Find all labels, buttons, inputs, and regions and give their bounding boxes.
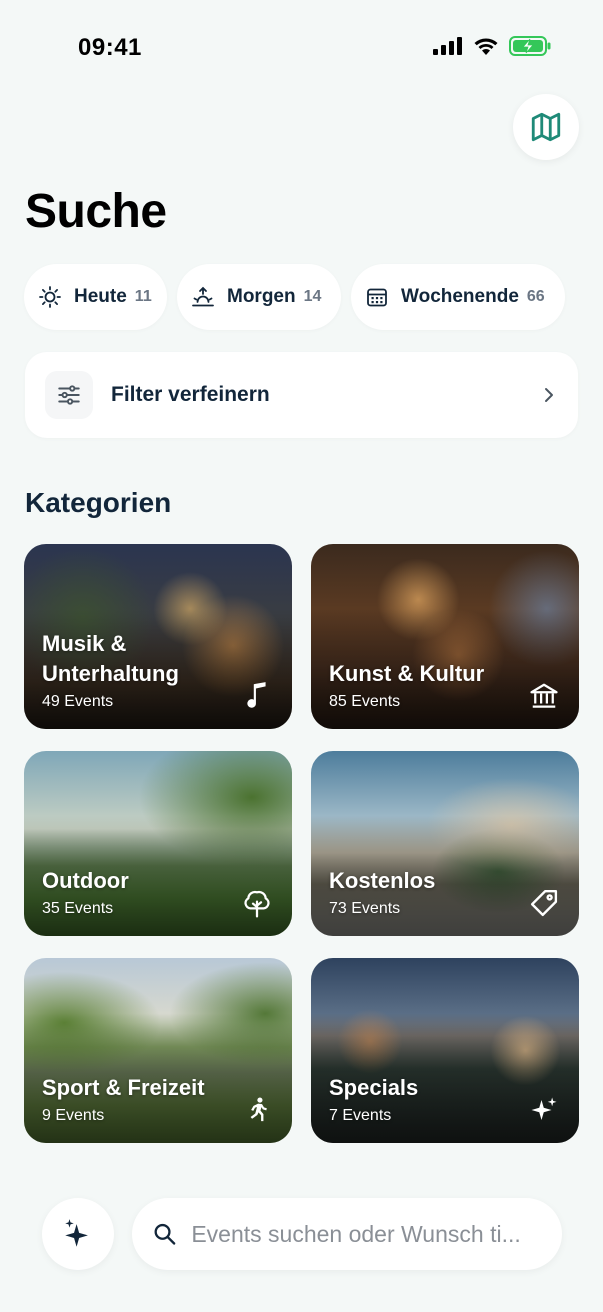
category-count: 73 Events: [329, 900, 401, 917]
battery-charging-icon: [509, 36, 551, 56]
bottom-bar: [0, 1196, 603, 1272]
tag-icon: [527, 886, 561, 920]
category-grid: Musik & Unterhaltung 49 Events Kunst & K…: [24, 544, 579, 1143]
sun-icon: [38, 285, 62, 309]
category-title: Musik & Unterhaltung: [42, 631, 179, 686]
chip-label: Heute: [74, 286, 127, 307]
category-count: 85 Events: [329, 693, 401, 710]
chevron-right-icon: [545, 388, 553, 402]
music-note-icon: [240, 679, 274, 713]
category-count: 7 Events: [329, 1107, 392, 1124]
chip-wochenende[interactable]: Wochenende 66: [351, 264, 565, 330]
filter-refine-button[interactable]: Filter verfeinern: [25, 352, 578, 438]
category-title: Kostenlos: [329, 868, 436, 893]
category-title: Sport & Freizeit: [42, 1075, 205, 1100]
category-title: Specials: [329, 1075, 419, 1100]
search-input[interactable]: [191, 1220, 542, 1248]
map-button[interactable]: [513, 94, 579, 160]
chip-morgen[interactable]: Morgen 14: [177, 264, 341, 330]
category-count: 35 Events: [42, 900, 114, 917]
category-card-kostenlos[interactable]: Kostenlos 73 Events: [311, 751, 579, 936]
calendar-icon: [365, 285, 389, 309]
status-bar: 09:41: [0, 0, 603, 90]
chip-count: 66: [526, 288, 545, 305]
chip-label: Morgen: [227, 286, 296, 307]
sparkles-icon: [65, 1219, 88, 1247]
status-time: 09:41: [78, 34, 142, 61]
cellular-signal-icon: [433, 37, 462, 55]
section-title-categories: Kategorien: [25, 487, 172, 518]
map-icon: [531, 112, 561, 142]
chip-heute[interactable]: Heute 11: [24, 264, 167, 330]
wifi-icon: [474, 38, 498, 55]
chip-label: Wochenende: [401, 286, 519, 307]
category-count: 49 Events: [42, 693, 114, 710]
category-card-sport[interactable]: Sport & Freizeit 9 Events: [24, 958, 292, 1143]
sparkles-icon: [527, 1093, 561, 1127]
chip-count: 11: [134, 288, 152, 305]
category-card-outdoor[interactable]: Outdoor 35 Events: [24, 751, 292, 936]
search-bar[interactable]: [132, 1198, 562, 1270]
chip-count: 14: [303, 288, 322, 305]
running-icon: [240, 1093, 274, 1127]
category-card-musik[interactable]: Musik & Unterhaltung 49 Events: [24, 544, 292, 729]
category-title: Kunst & Kultur: [329, 661, 485, 686]
date-chips: Heute 11 Morgen 14 Wochenende 66: [24, 264, 565, 330]
sunrise-icon: [191, 285, 215, 309]
status-icons: [433, 36, 551, 56]
category-title: Outdoor: [42, 868, 129, 893]
category-card-specials[interactable]: Specials 7 Events: [311, 958, 579, 1143]
museum-icon: [527, 679, 561, 713]
category-count: 9 Events: [42, 1107, 105, 1124]
tree-icon: [240, 886, 274, 920]
sliders-icon: [45, 371, 93, 419]
filter-label: Filter verfeinern: [111, 383, 270, 406]
page-title: Suche: [25, 185, 167, 238]
category-card-kunst[interactable]: Kunst & Kultur 85 Events: [311, 544, 579, 729]
search-icon: [154, 1223, 176, 1245]
ai-assistant-button[interactable]: [42, 1198, 114, 1270]
